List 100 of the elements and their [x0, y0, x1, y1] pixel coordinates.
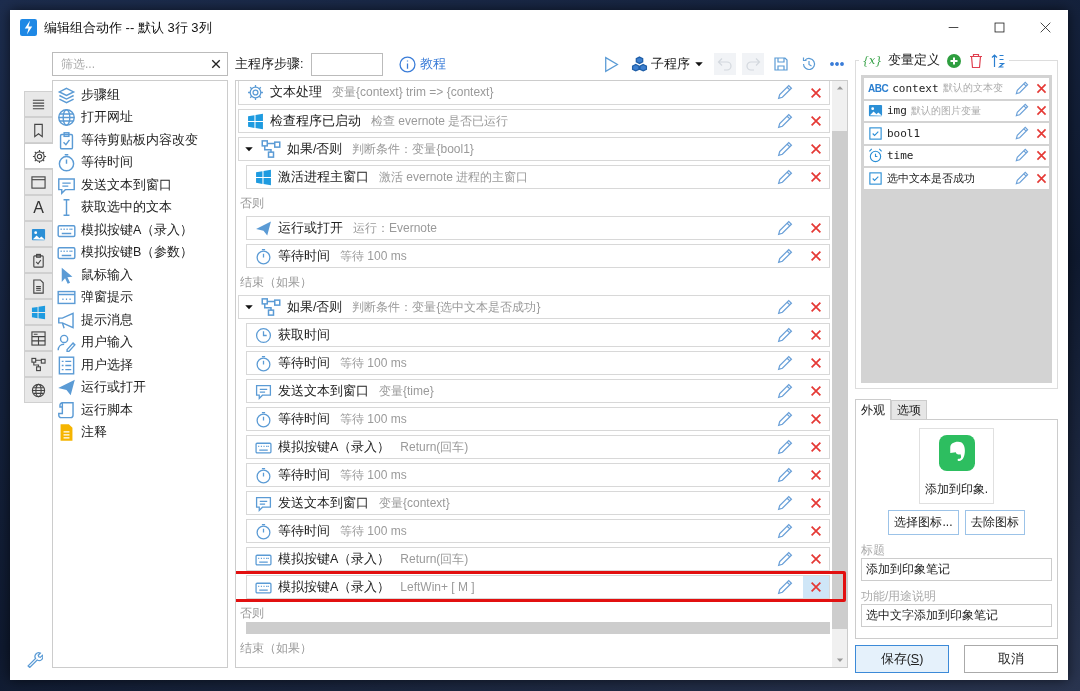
branch-icon: [31, 356, 46, 372]
delete-button[interactable]: [1034, 104, 1049, 118]
step-row[interactable]: 激活进程主窗口 激活 evernote 进程的主窗口: [246, 165, 830, 189]
side-tab[interactable]: [24, 273, 52, 299]
delete-button[interactable]: [1034, 171, 1049, 185]
step-row[interactable]: 模拟按键A（录入） Return(回车): [246, 435, 830, 459]
action-item[interactable]: 用户选择: [57, 354, 223, 377]
title-field[interactable]: 添加到印象笔记: [861, 558, 1052, 581]
action-item[interactable]: 模拟按键B（参数）: [57, 241, 223, 264]
step-row[interactable]: 等待时间 等待 100 ms: [246, 463, 830, 487]
delete-button[interactable]: [1034, 81, 1049, 95]
branch-icon: [261, 139, 281, 159]
side-tab[interactable]: [24, 247, 52, 273]
variable-row[interactable]: img 默认的图片变量: [864, 100, 1049, 121]
sort-button[interactable]: [990, 52, 1007, 69]
pencil-icon: [775, 112, 793, 130]
variable-row[interactable]: 选中文本是否成功: [864, 168, 1049, 189]
delete-button[interactable]: [1034, 149, 1049, 163]
action-item[interactable]: 模拟按键A（录入）: [57, 219, 223, 242]
pencil-icon: [775, 438, 793, 456]
action-item[interactable]: 打开网址: [57, 106, 223, 129]
action-item[interactable]: 等待剪贴板内容改变: [57, 129, 223, 152]
pencil-icon: [775, 522, 793, 540]
variable-row[interactable]: ABC context 默认的文本变: [864, 78, 1049, 99]
side-tab[interactable]: [24, 351, 52, 377]
side-tab[interactable]: [24, 325, 52, 351]
side-tab[interactable]: [24, 143, 53, 169]
action-item[interactable]: 弹窗提示: [57, 286, 223, 309]
action-item[interactable]: 运行脚本: [57, 399, 223, 422]
step-row[interactable]: 等待时间 等待 100 ms: [246, 407, 830, 431]
add-button[interactable]: [946, 52, 963, 69]
close-icon: [809, 356, 823, 370]
icon-preview[interactable]: 添加到印象.: [919, 428, 994, 504]
action-item[interactable]: 运行或打开: [57, 376, 223, 399]
filter-field[interactable]: 筛选...: [52, 52, 228, 76]
choose-icon-button[interactable]: 选择图标...: [888, 510, 959, 535]
delete-button[interactable]: [1034, 126, 1049, 140]
action-item[interactable]: 等待时间: [57, 151, 223, 174]
step-detail: 等待 100 ms: [340, 522, 407, 540]
step-row[interactable]: 等待时间 等待 100 ms: [246, 244, 830, 268]
delete-button[interactable]: [968, 52, 985, 69]
tab[interactable]: 选项: [891, 400, 927, 419]
step-row[interactable]: 文本处理 变量{context} trim => {context}: [238, 81, 830, 105]
pencil-icon: [1014, 80, 1029, 96]
step-row[interactable]: 模拟按键A（录入） Return(回车): [246, 547, 830, 571]
condition-row[interactable]: 如果/否则 判断条件：变量{bool1}: [238, 137, 830, 161]
tab[interactable]: 外观: [855, 399, 891, 420]
scrollbar[interactable]: [832, 81, 847, 667]
edit-button[interactable]: [1013, 148, 1030, 164]
description-field[interactable]: 选中文字添加到印象笔记: [861, 604, 1052, 627]
close-icon: [1035, 104, 1048, 118]
steps-field[interactable]: [311, 52, 384, 76]
step-name: 运行或打开: [278, 219, 343, 237]
step-row[interactable]: 检查程序已启动 检查 evernote 是否已运行: [238, 109, 830, 133]
action-item[interactable]: 用户输入: [57, 331, 223, 354]
step-row[interactable]: 发送文本到窗口 变量{context}: [246, 491, 830, 515]
tutorial-link[interactable]: 教程: [399, 55, 447, 73]
step-row[interactable]: 发送文本到窗口 变量{time}: [246, 379, 830, 403]
step-row[interactable]: 等待时间 等待 100 ms: [246, 519, 830, 543]
step-name: 模拟按键A（录入）: [278, 550, 391, 568]
variable-name: 选中文本是否成功: [887, 170, 975, 186]
variable-row[interactable]: time: [864, 145, 1049, 166]
step-row[interactable]: 获取时间: [246, 323, 830, 347]
side-tab[interactable]: [24, 117, 52, 143]
cancel-button[interactable]: 取消: [964, 645, 1058, 673]
condition-row[interactable]: 如果/否则 判断条件：变量{选中文本是否成功}: [238, 295, 830, 319]
action-item[interactable]: 获取选中的文本: [57, 196, 223, 219]
clear-icon[interactable]: [210, 58, 222, 70]
action-item[interactable]: 步骤组: [57, 84, 223, 107]
delete-button[interactable]: [803, 576, 829, 598]
subprogram-button[interactable]: 子程序: [628, 53, 708, 75]
edit-button[interactable]: [1013, 80, 1030, 96]
action-item[interactable]: 鼠标输入: [57, 264, 223, 287]
side-tab[interactable]: [24, 377, 52, 403]
remove-icon-button[interactable]: 去除图标: [964, 510, 1025, 535]
close-icon: [809, 328, 823, 342]
step-row[interactable]: 运行或打开 运行：Evernote: [246, 216, 830, 240]
action-item[interactable]: 发送文本到窗口: [57, 174, 223, 197]
wrench-icon[interactable]: [26, 651, 43, 668]
variable-row[interactable]: bool1: [864, 123, 1049, 144]
pencil-icon: [1014, 103, 1029, 119]
globe-icon: [31, 382, 46, 398]
step-name: 模拟按键A（录入）: [278, 578, 391, 596]
side-tab[interactable]: [24, 169, 52, 195]
lightning-icon: [20, 19, 37, 36]
edit-button[interactable]: [1013, 103, 1030, 119]
side-tab[interactable]: A: [24, 195, 52, 221]
side-tab[interactable]: [24, 91, 52, 117]
step-name: 等待时间: [278, 247, 330, 265]
save-button[interactable]: 保存(S): [855, 645, 949, 673]
step-row[interactable]: 等待时间 等待 100 ms: [246, 351, 830, 375]
edit-button[interactable]: [1013, 125, 1030, 141]
history-icon: [801, 56, 817, 72]
megaphone-icon: [57, 310, 76, 330]
edit-button[interactable]: [1013, 170, 1030, 186]
step-detail: 判断条件：变量{选中文本是否成功}: [352, 298, 541, 316]
windows-logo-icon: [31, 304, 46, 320]
action-item[interactable]: 提示消息: [57, 309, 223, 332]
step-detail: LeftWin+ [ M ]: [400, 580, 475, 594]
action-item[interactable]: 注释: [57, 421, 223, 444]
